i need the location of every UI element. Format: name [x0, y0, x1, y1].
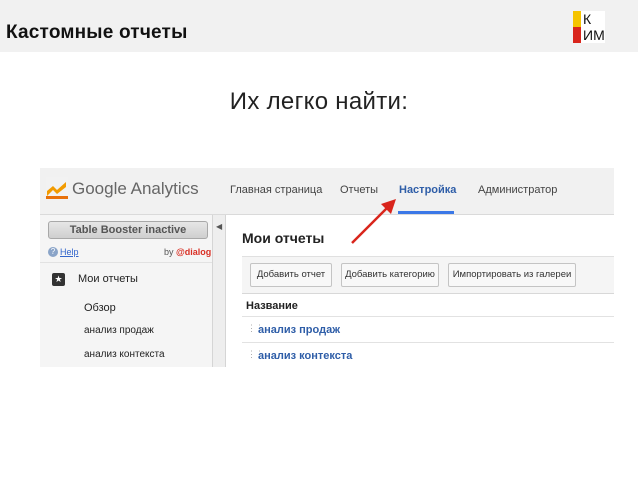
annotation-arrow-icon: [351, 199, 396, 244]
